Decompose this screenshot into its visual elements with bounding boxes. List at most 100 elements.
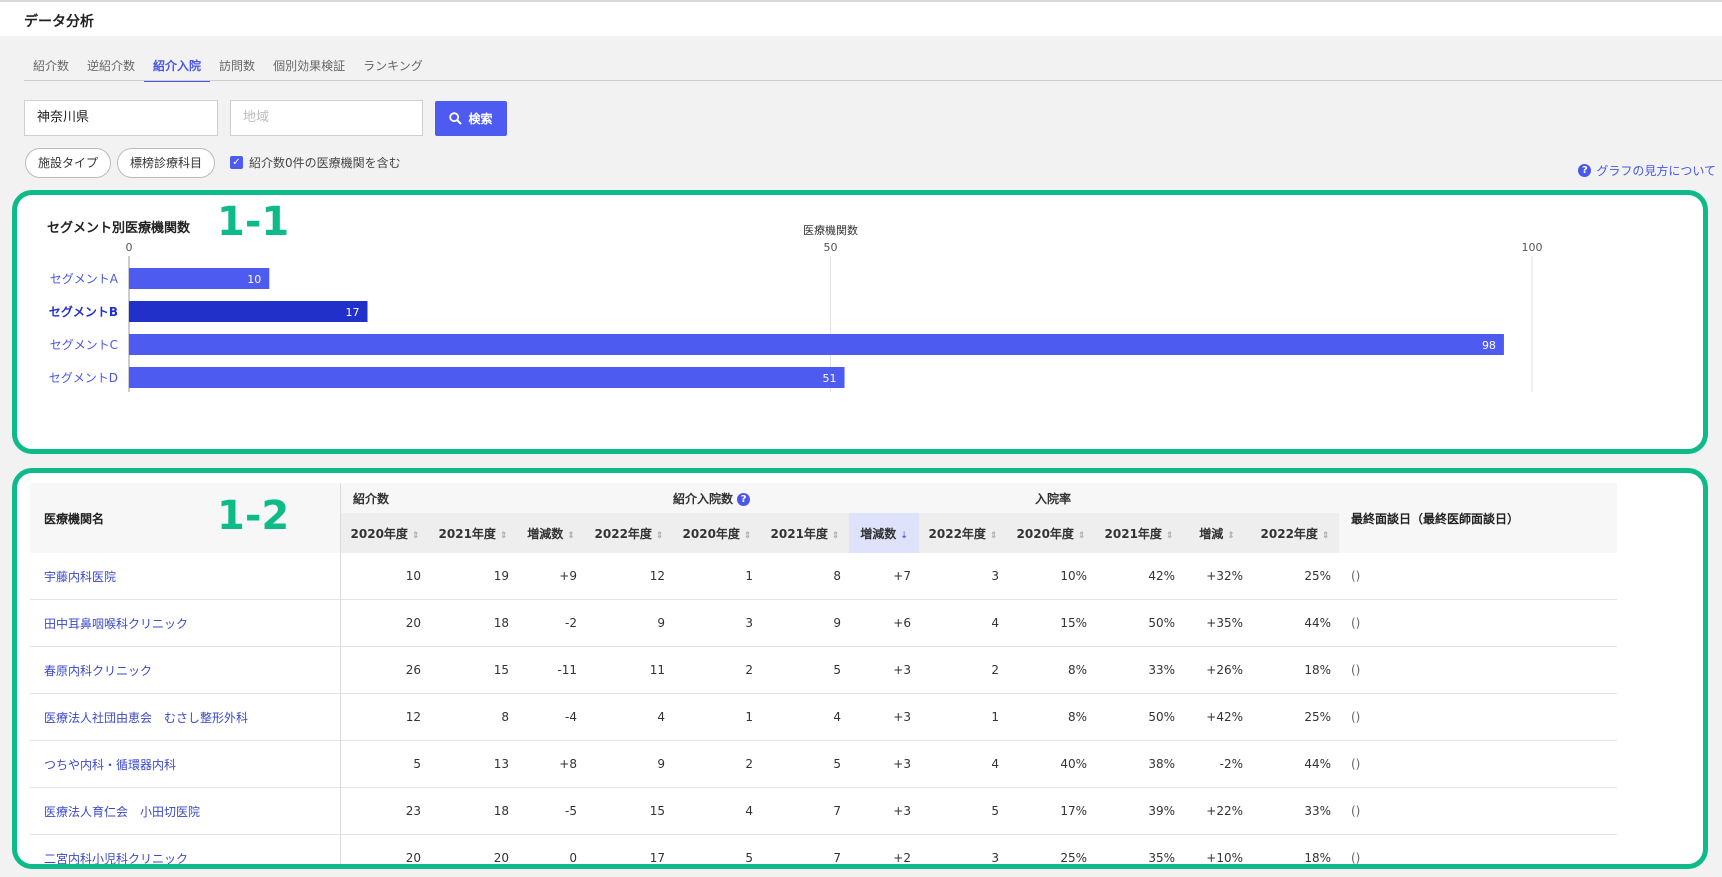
- prefecture-input[interactable]: 神奈川県: [24, 100, 218, 136]
- sort-icon[interactable]: ⇕: [1078, 531, 1086, 541]
- sub-header-label: 増減数: [860, 526, 897, 541]
- table-cell: 9: [761, 599, 849, 647]
- table-cell: 33%: [1095, 646, 1183, 694]
- sub-header-cell[interactable]: 2022年度 ⇕: [919, 513, 1007, 553]
- table-cell: 10%: [1007, 553, 1095, 600]
- table-cell: 3: [919, 834, 1007, 864]
- sub-header-label: 2022年度: [594, 526, 652, 541]
- last-meeting-cell: (): [1339, 646, 1617, 694]
- table-cell: 33%: [1251, 787, 1339, 835]
- table-cell: 2: [919, 646, 1007, 694]
- tab-individual-effect[interactable]: 個別効果検証: [264, 56, 354, 80]
- bar-value-label: 98: [1482, 339, 1496, 352]
- tab-visit-count[interactable]: 訪問数: [210, 56, 264, 80]
- table-cell: 4: [919, 599, 1007, 647]
- last-meeting-cell: (): [1339, 553, 1617, 600]
- table-cell: 2: [673, 646, 761, 694]
- segment-bar-chart: 医療機関数 0 50 100 セグメントA 10 セグメントB 17 セグメントC 98 セグメント…: [49, 223, 1543, 392]
- table-cell: +35%: [1183, 599, 1251, 647]
- sub-header-cell[interactable]: 増減 ⇕: [1183, 513, 1251, 553]
- table-cell: 5: [340, 740, 429, 788]
- table-cell: 8%: [1007, 646, 1095, 694]
- institution-name-link[interactable]: 医療法人育仁会 小田切医院: [30, 787, 341, 835]
- sub-header-label: 2021年度: [438, 526, 496, 541]
- table-cell: +3: [849, 740, 919, 788]
- table-row: 医療法人社団由恵会 むさし整形外科 12 8 -4 4 1 4 +3 1 8% 50% +42% 25%…: [30, 693, 1617, 741]
- y-category-label: セグメントB: [49, 304, 118, 319]
- table-cell: +6: [849, 599, 919, 647]
- graph-help-label: グラフの見方について: [1596, 164, 1716, 178]
- institution-name-link[interactable]: 春原内科クリニック: [30, 646, 341, 694]
- tab-reverse-referral-count[interactable]: 逆紹介数: [78, 56, 144, 80]
- sub-header-cell[interactable]: 2021年度 ⇕: [429, 513, 517, 553]
- institution-name-link[interactable]: 宇藤内科医院: [30, 553, 341, 600]
- sort-icon[interactable]: ⇕: [412, 531, 420, 541]
- sort-icon[interactable]: ⇕: [656, 531, 664, 541]
- institution-name-link[interactable]: 医療法人社団由恵会 むさし整形外科: [30, 693, 341, 741]
- sort-icon[interactable]: ⇕: [567, 531, 575, 541]
- table-row: 宇藤内科医院 10 19 +9 12 1 8 +7 3 10% 42% +32% 25%(): [30, 553, 1617, 600]
- header-group-referral-admission: 紹介入院数 ?: [673, 483, 1007, 513]
- table-cell: 5: [673, 834, 761, 864]
- tab-referral-count[interactable]: 紹介数: [24, 56, 78, 80]
- tab-referral-admission[interactable]: 紹介入院: [144, 56, 211, 82]
- bar-value-label: 51: [823, 372, 837, 385]
- table-cell: 3: [919, 553, 1007, 600]
- x-tick-label: 50: [824, 241, 838, 254]
- sub-header-cell[interactable]: 2021年度 ⇕: [761, 513, 849, 553]
- sub-header-cell[interactable]: 増減数 ⇣: [849, 513, 919, 553]
- table-cell: 4: [761, 693, 849, 741]
- sub-header-cell[interactable]: 2022年度 ⇕: [1251, 513, 1339, 553]
- table-row: つちや内科・循環器内科 5 13 +8 9 2 5 +3 4 40% 38% -2% 44%(): [30, 740, 1617, 788]
- sub-header-label: 増減: [1199, 526, 1224, 541]
- segment-chart-card: セグメント別医療機関数 1-1 医療機関数 0 50 100 セグメントA 10 セグメント…: [12, 190, 1708, 454]
- table-cell: 19: [429, 553, 517, 600]
- tab-divider: [24, 80, 1722, 81]
- table-cell: 25%: [1251, 693, 1339, 741]
- bar-value-label: 17: [346, 306, 360, 319]
- sort-icon[interactable]: ⇕: [832, 531, 840, 541]
- table-cell: 35%: [1095, 834, 1183, 864]
- y-category-label: セグメントC: [50, 338, 118, 352]
- sort-icon[interactable]: ⇕: [990, 531, 998, 541]
- table-cell: 5: [761, 740, 849, 788]
- table-row: 二宮内科小児科クリニック 20 20 0 17 5 7 +2 3 25% 35% +10% 18%(): [30, 834, 1617, 864]
- institution-name-link[interactable]: 田中耳鼻咽喉科クリニック: [30, 599, 341, 647]
- sub-header-cell[interactable]: 2021年度 ⇕: [1095, 513, 1183, 553]
- table-cell: +3: [849, 693, 919, 741]
- tab-ranking[interactable]: ランキング: [354, 56, 432, 80]
- specialty-filter-button[interactable]: 標榜診療科目: [117, 148, 216, 178]
- table-cell: 5: [919, 787, 1007, 835]
- header-institution-name: 医療機関名: [30, 483, 341, 553]
- institution-name-link[interactable]: 二宮内科小児科クリニック: [30, 834, 341, 864]
- sort-icon[interactable]: ⇣: [900, 531, 908, 541]
- question-icon[interactable]: ?: [737, 492, 751, 506]
- search-button[interactable]: 検索: [435, 101, 507, 136]
- table-cell: 1: [919, 693, 1007, 741]
- region-input[interactable]: 地域: [230, 100, 423, 136]
- sub-header-cell[interactable]: 2020年度 ⇕: [1007, 513, 1095, 553]
- table-row: 春原内科クリニック 26 15 -11 11 2 5 +3 2 8% 33% +26% 18%(): [30, 646, 1617, 694]
- sort-icon[interactable]: ⇕: [1166, 531, 1174, 541]
- graph-help-link[interactable]: ? グラフの見方について: [1578, 162, 1716, 179]
- sub-header-label: 増減数: [527, 526, 564, 541]
- sub-header-cell[interactable]: 増減数 ⇕: [517, 513, 585, 553]
- sub-header-cell[interactable]: 2020年度 ⇕: [341, 513, 430, 553]
- sort-icon[interactable]: ⇕: [1322, 531, 1330, 541]
- sort-icon[interactable]: ⇕: [500, 531, 508, 541]
- facility-type-filter-button[interactable]: 施設タイプ: [25, 148, 112, 178]
- institution-name-link[interactable]: つちや内科・循環器内科: [30, 740, 341, 788]
- sub-header-cell[interactable]: 2020年度 ⇕: [673, 513, 761, 553]
- include-zero-checkbox-row[interactable]: ✓ 紹介数0件の医療機関を含む: [230, 154, 401, 171]
- sub-header-cell[interactable]: 2022年度 ⇕: [585, 513, 673, 553]
- table-cell: 9: [585, 740, 673, 788]
- sub-header-label: 2022年度: [928, 526, 986, 541]
- table-cell: +2: [849, 834, 919, 864]
- sort-icon[interactable]: ⇕: [1227, 531, 1235, 541]
- table-cell: 18: [429, 599, 517, 647]
- sort-icon[interactable]: ⇕: [744, 531, 752, 541]
- include-zero-checkbox[interactable]: ✓: [230, 156, 243, 169]
- table-cell: 5: [761, 646, 849, 694]
- table-cell: 4: [673, 787, 761, 835]
- tab-bar: 紹介数 逆紹介数 紹介入院 訪問数 個別効果検証 ランキング: [24, 56, 432, 82]
